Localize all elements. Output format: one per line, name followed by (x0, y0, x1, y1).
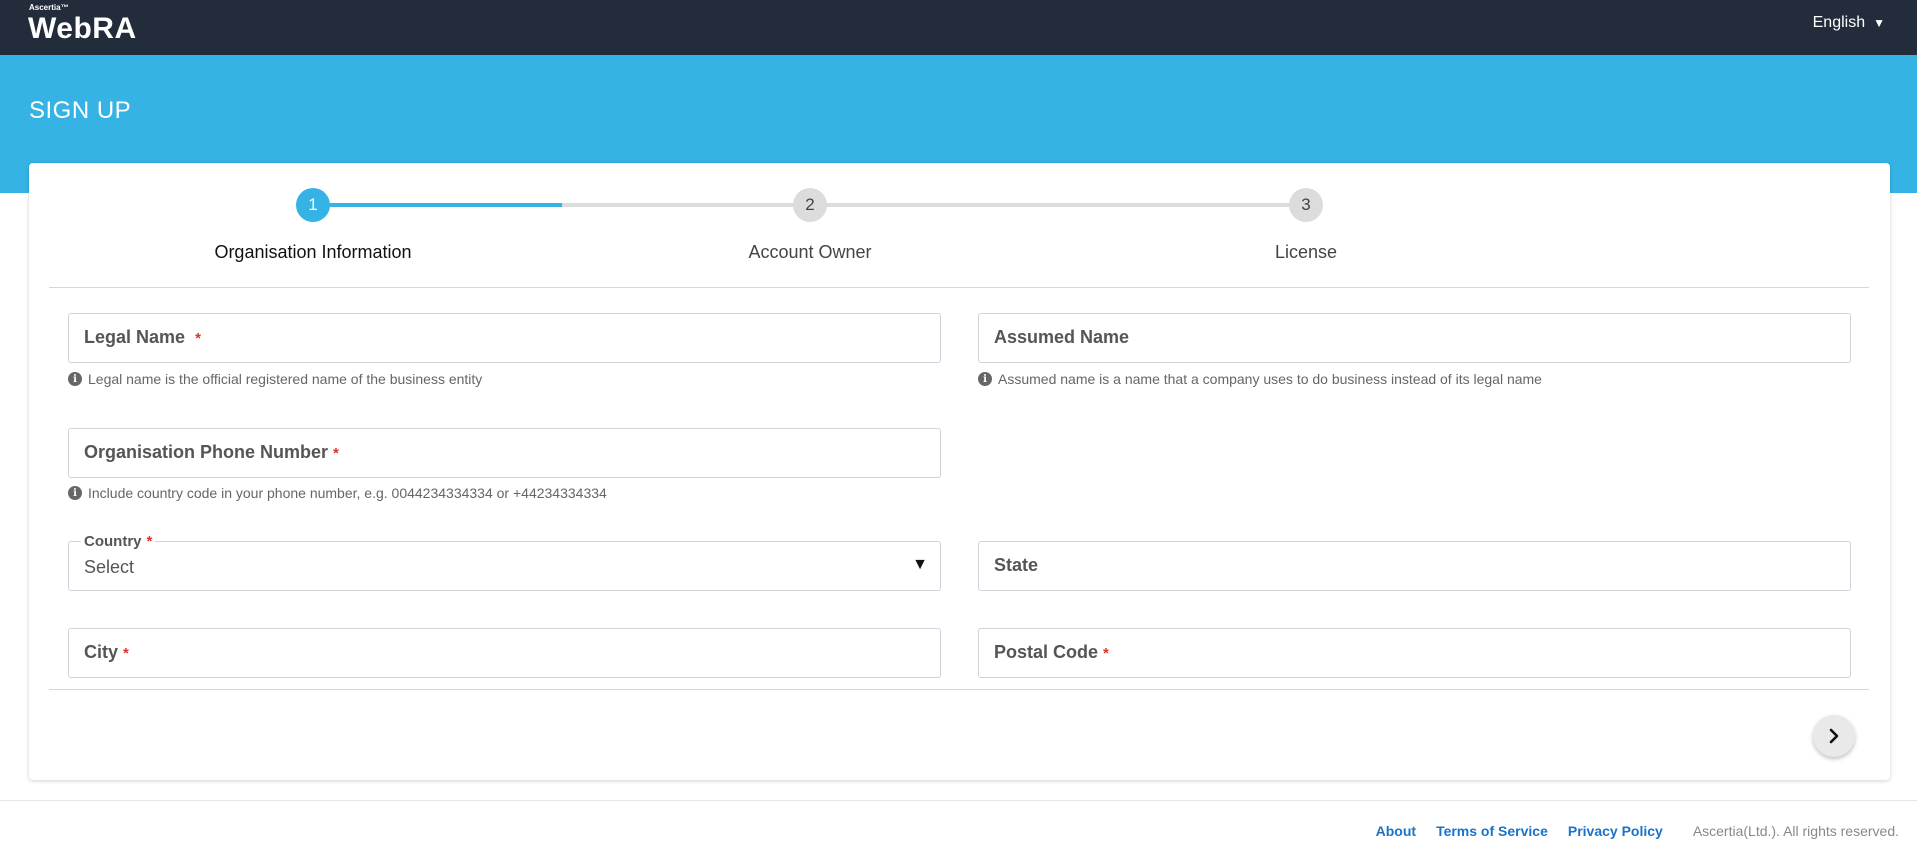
signup-card: 1 2 3 Organisation Information Account O… (29, 163, 1890, 780)
step-2-label: Account Owner (748, 242, 872, 262)
step-3-indicator[interactable]: 3 (1289, 188, 1323, 222)
city-field[interactable]: City * (68, 628, 941, 678)
app-logo[interactable]: WebRA (28, 12, 137, 46)
legal-name-label: Legal Name * (84, 327, 201, 347)
step-2-indicator[interactable]: 2 (793, 188, 827, 222)
stepper-track-2 (810, 203, 1306, 207)
country-label: Country * (81, 533, 156, 550)
page-title: SIGN UP (29, 97, 132, 124)
stepper: 1 2 3 Organisation Information Account O… (49, 163, 1869, 288)
caret-down-icon: ▼ (912, 556, 928, 573)
next-button[interactable] (1813, 715, 1855, 757)
stepper-progress (313, 203, 562, 207)
phone-label: Organisation Phone Number * (84, 442, 339, 462)
assumed-name-field[interactable]: Assumed Name (978, 313, 1851, 363)
info-icon: i (68, 486, 82, 500)
phone-hint: i Include country code in your phone num… (68, 485, 607, 501)
footer-links: About Terms of Service Privacy Policy As… (1376, 823, 1899, 839)
country-select[interactable]: Country * Select ▼ (68, 533, 941, 591)
info-icon: i (978, 372, 992, 386)
assumed-name-hint: i Assumed name is a name that a company … (978, 371, 1542, 387)
required-marker: * (195, 330, 201, 347)
required-marker: * (123, 645, 129, 662)
city-label: City * (84, 642, 129, 662)
country-selected-value: Select (84, 557, 135, 577)
caret-down-icon: ▼ (1873, 16, 1885, 30)
language-label: English (1812, 14, 1866, 31)
legal-name-field[interactable]: Legal Name * (68, 313, 941, 363)
assumed-name-label: Assumed Name (994, 327, 1130, 347)
footer: About Terms of Service Privacy Policy As… (0, 800, 1917, 858)
footer-link-privacy[interactable]: Privacy Policy (1568, 823, 1663, 839)
copyright-text: Ascertia(Ltd.). All rights reserved. (1692, 823, 1899, 839)
step-3-label: License (1274, 242, 1338, 262)
vendor-logo-text: Ascertia™ (29, 3, 69, 12)
required-marker: * (146, 533, 153, 550)
step-1-label: Organisation Information (214, 242, 412, 262)
legal-name-hint: i Legal name is the official registered … (68, 371, 482, 387)
phone-field[interactable]: Organisation Phone Number * (68, 428, 941, 478)
state-label: State (994, 555, 1039, 575)
step-1-indicator[interactable]: 1 (296, 188, 330, 222)
state-field[interactable]: State (978, 541, 1851, 591)
postal-code-field[interactable]: Postal Code * (978, 628, 1851, 678)
top-navbar: Ascertia™ WebRA English ▼ (0, 0, 1917, 55)
info-icon: i (68, 372, 82, 386)
chevron-right-icon (1829, 728, 1839, 744)
footer-link-terms[interactable]: Terms of Service (1436, 823, 1548, 839)
form-divider (49, 689, 1869, 690)
required-marker: * (1103, 645, 1109, 662)
postal-code-label: Postal Code * (994, 642, 1109, 662)
required-marker: * (333, 445, 339, 462)
language-selector[interactable]: English ▼ (1813, 14, 1885, 32)
footer-link-about[interactable]: About (1376, 823, 1416, 839)
